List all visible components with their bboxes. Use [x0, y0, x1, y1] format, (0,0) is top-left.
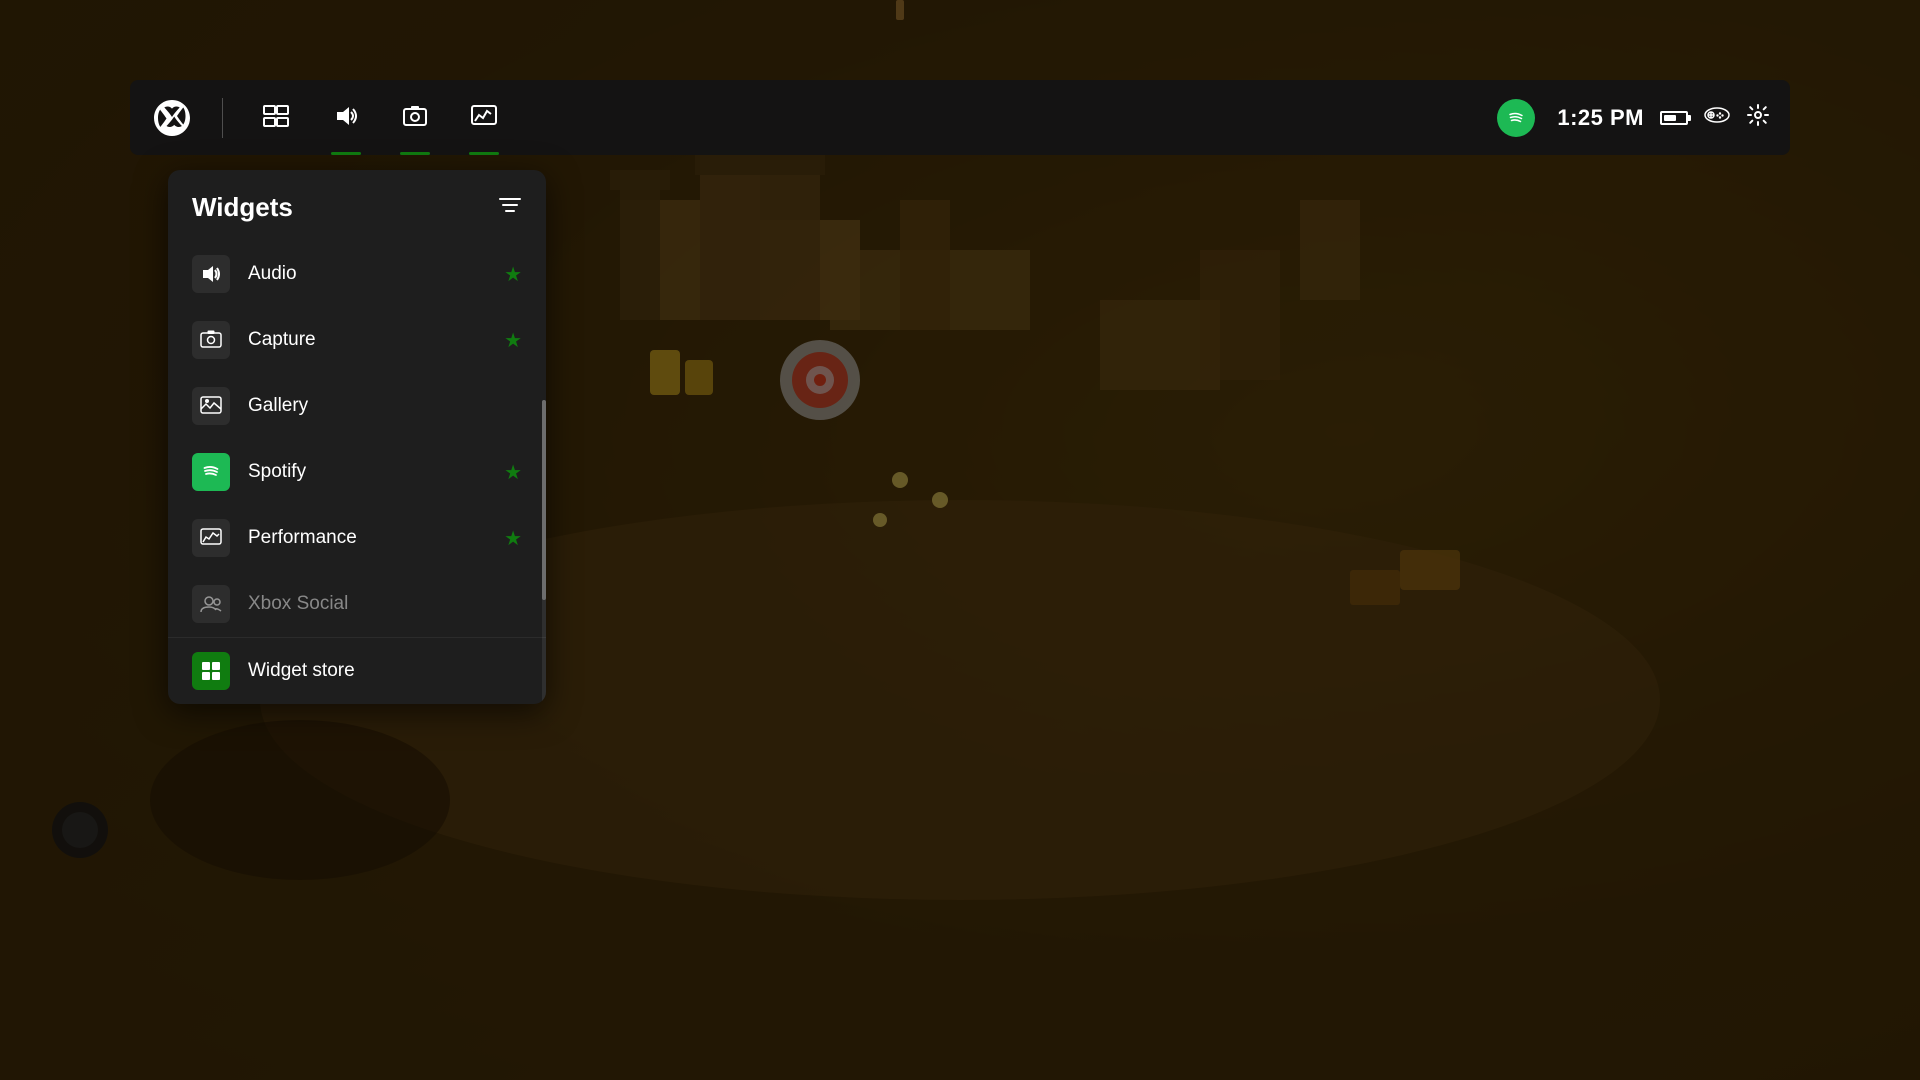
xbox-logo[interactable]: [150, 96, 194, 140]
topbar-right: 1:25 PM: [1557, 103, 1770, 133]
battery-icon: [1660, 111, 1688, 125]
widgets-title: Widgets: [192, 192, 293, 223]
widget-capture-star[interactable]: ★: [504, 328, 522, 353]
widget-item-xbox-social[interactable]: Xbox Social: [168, 571, 546, 637]
widget-social-label: Xbox Social: [248, 593, 522, 615]
filter-icon[interactable]: [498, 195, 522, 221]
topbar: 1:25 PM: [130, 80, 1790, 155]
widget-audio-star[interactable]: ★: [504, 262, 522, 287]
widgets-panel: Widgets Audio ★: [168, 170, 546, 704]
widget-spotify-star[interactable]: ★: [504, 460, 522, 485]
widget-spotify-label: Spotify: [248, 461, 504, 483]
widget-item-audio[interactable]: Audio ★: [168, 241, 546, 307]
controller-icon[interactable]: [1704, 105, 1730, 131]
widget-store-label: Widget store: [248, 660, 355, 682]
widget-gallery-icon-wrap: [192, 387, 230, 425]
spotify-circle: [1497, 99, 1535, 137]
widget-social-icon-wrap: [192, 585, 230, 623]
multitasking-icon: [263, 105, 289, 131]
widget-store-icon-wrap: [192, 652, 230, 690]
widget-performance-icon-wrap: [192, 519, 230, 557]
widgets-list: Audio ★ Capture ★: [168, 241, 546, 637]
widgets-header: Widgets: [168, 170, 546, 241]
widget-capture-icon-wrap: [192, 321, 230, 359]
topbar-divider: [222, 98, 223, 138]
widget-store-item[interactable]: Widget store: [168, 637, 546, 704]
performance-nav-icon: [471, 105, 497, 131]
scroll-indicator: [542, 400, 546, 704]
topbar-time: 1:25 PM: [1557, 105, 1644, 131]
widget-spotify-icon-wrap: [192, 453, 230, 491]
capture-nav-icon: [403, 105, 427, 131]
widget-performance-star[interactable]: ★: [504, 526, 522, 551]
widget-audio-label: Audio: [248, 263, 504, 285]
widget-gallery-label: Gallery: [248, 395, 522, 417]
topbar-nav: [241, 80, 1475, 155]
widget-audio-icon-wrap: [192, 255, 230, 293]
scroll-thumb: [542, 400, 546, 600]
nav-performance[interactable]: [449, 80, 519, 155]
nav-multitasking[interactable]: [241, 80, 311, 155]
widget-item-spotify[interactable]: Spotify ★: [168, 439, 546, 505]
nav-capture[interactable]: [381, 80, 449, 155]
widget-performance-label: Performance: [248, 527, 504, 549]
nav-audio[interactable]: [311, 80, 381, 155]
widget-item-capture[interactable]: Capture ★: [168, 307, 546, 373]
widget-capture-label: Capture: [248, 329, 504, 351]
nav-spotify[interactable]: [1475, 80, 1557, 155]
audio-nav-icon: [333, 105, 359, 131]
widget-item-performance[interactable]: Performance ★: [168, 505, 546, 571]
widget-item-gallery[interactable]: Gallery: [168, 373, 546, 439]
settings-icon[interactable]: [1746, 103, 1770, 133]
